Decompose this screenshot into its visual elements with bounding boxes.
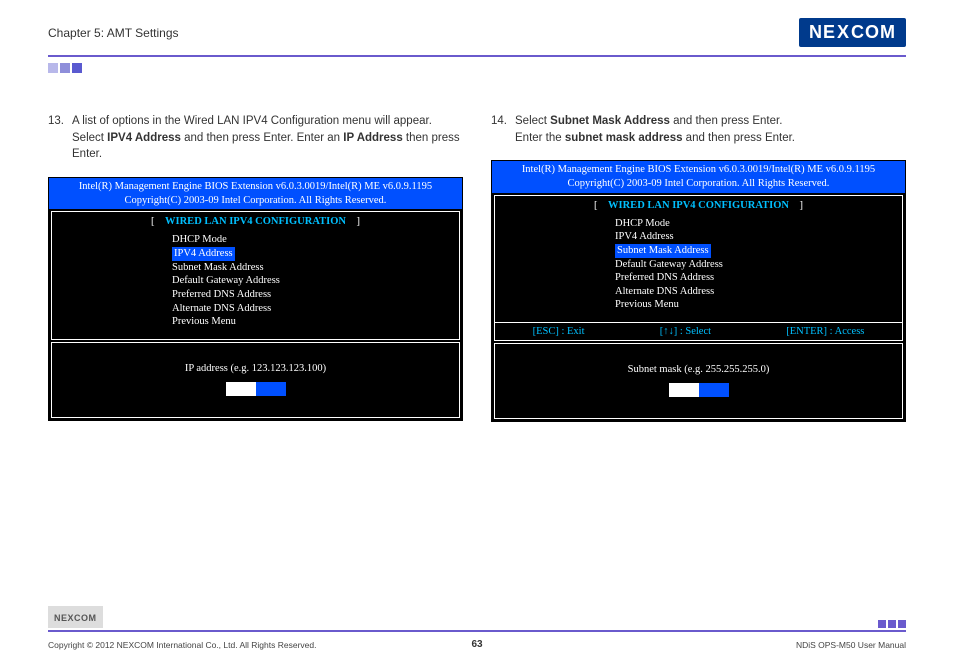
step-number: 13. (48, 113, 72, 163)
bios-menu-item[interactable]: IPV4 Address (615, 230, 902, 244)
nexcom-logo: NEXCOM (799, 18, 906, 47)
corner-squares (48, 63, 954, 73)
bios-menu-item[interactable]: Alternate DNS Address (615, 285, 902, 299)
bios-menu-item[interactable]: DHCP Mode (615, 217, 902, 231)
bios-text-input[interactable] (226, 382, 286, 396)
bios-header: Intel(R) Management Engine BIOS Extensio… (492, 161, 905, 192)
bios-menu-item[interactable]: Preferred DNS Address (615, 271, 902, 285)
step-13: 13. A list of options in the Wired LAN I… (48, 113, 463, 163)
bios-menu-item[interactable]: Default Gateway Address (615, 258, 902, 272)
bios-menu-right: DHCP ModeIPV4 AddressSubnet Mask Address… (495, 215, 902, 322)
footer-squares-icon (878, 620, 906, 628)
bios-screenshot-right: Intel(R) Management Engine BIOS Extensio… (491, 160, 906, 422)
bios-screenshot-left: Intel(R) Management Engine BIOS Extensio… (48, 177, 463, 421)
bios-menu-item[interactable]: Alternate DNS Address (172, 302, 459, 316)
bios-input-area-left: IP address (e.g. 123.123.123.100) (51, 342, 460, 418)
chapter-title: Chapter 5: AMT Settings (48, 26, 179, 40)
bios-menu-item[interactable]: Default Gateway Address (172, 274, 459, 288)
bios-menu-item[interactable]: Subnet Mask Address (172, 261, 459, 275)
bios-section-title: [ WIRED LAN IPV4 CONFIGURATION ] (495, 196, 902, 215)
bios-menu-item[interactable]: Preferred DNS Address (172, 288, 459, 302)
bios-menu-item[interactable]: Previous Menu (615, 298, 902, 312)
footer-logo: NEXCOM (48, 606, 103, 628)
bios-menu-left: DHCP ModeIPV4 AddressSubnet Mask Address… (52, 231, 459, 338)
bios-input-area-right: Subnet mask (e.g. 255.255.255.0) (494, 343, 903, 419)
step-text: Select Subnet Mask Address and then pres… (515, 113, 906, 146)
header-rule (48, 55, 906, 57)
bios-section-title: [ WIRED LAN IPV4 CONFIGURATION ] (52, 212, 459, 231)
bios-menu-item[interactable]: DHCP Mode (172, 233, 459, 247)
left-column: 13. A list of options in the Wired LAN I… (48, 113, 463, 422)
right-column: 14. Select Subnet Mask Address and then … (491, 113, 906, 422)
footer-rule (48, 630, 906, 632)
footer-copyright: Copyright © 2012 NEXCOM International Co… (48, 640, 316, 650)
bios-menu-item[interactable]: IPV4 Address (172, 247, 235, 261)
step-text: A list of options in the Wired LAN IPV4 … (72, 113, 463, 163)
bios-header: Intel(R) Management Engine BIOS Extensio… (49, 178, 462, 209)
bios-menu-item[interactable]: Previous Menu (172, 315, 459, 329)
bios-text-input[interactable] (669, 383, 729, 397)
step-number: 14. (491, 113, 515, 146)
step-14: 14. Select Subnet Mask Address and then … (491, 113, 906, 146)
bios-menu-item[interactable]: Subnet Mask Address (615, 244, 711, 258)
footer-manual-name: NDiS OPS-M50 User Manual (796, 640, 906, 650)
bios-nav-hints: [ESC] : Exit [↑↓] : Select [ENTER] : Acc… (495, 322, 902, 340)
